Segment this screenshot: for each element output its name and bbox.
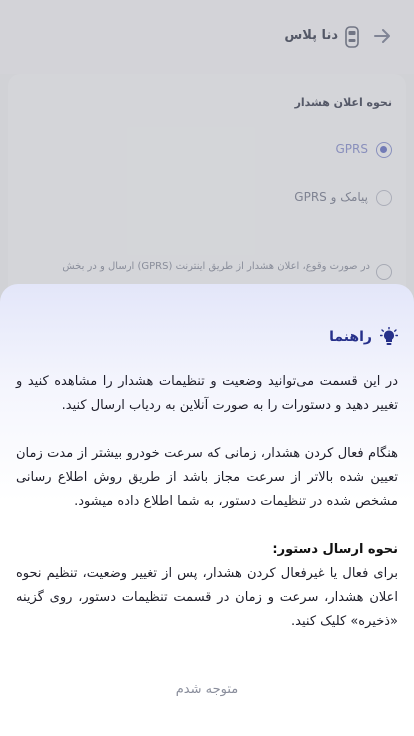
sheet-body: در این قسمت می‌توانید وضعیت و تنظیمات هش…: [16, 370, 398, 634]
got-it-button[interactable]: متوجه شدم: [157, 674, 257, 704]
help-paragraph-command: برای فعال یا غیرفعال کردن هشدار، پس از ت…: [16, 566, 398, 629]
command-section-title: نحوه ارسال دستور:: [272, 542, 398, 557]
sheet-header: راهنما: [329, 326, 398, 348]
lightbulb-icon: [380, 327, 398, 345]
help-paragraph-intro: در این قسمت می‌توانید وضعیت و تنظیمات هش…: [16, 374, 398, 413]
sheet-title: راهنما: [329, 329, 372, 345]
help-bottom-sheet: راهنما در این قسمت می‌توانید وضعیت و تنظ…: [0, 284, 414, 736]
help-paragraph-alert: هنگام فعال کردن هشدار، زمانی که سرعت خود…: [16, 446, 398, 509]
